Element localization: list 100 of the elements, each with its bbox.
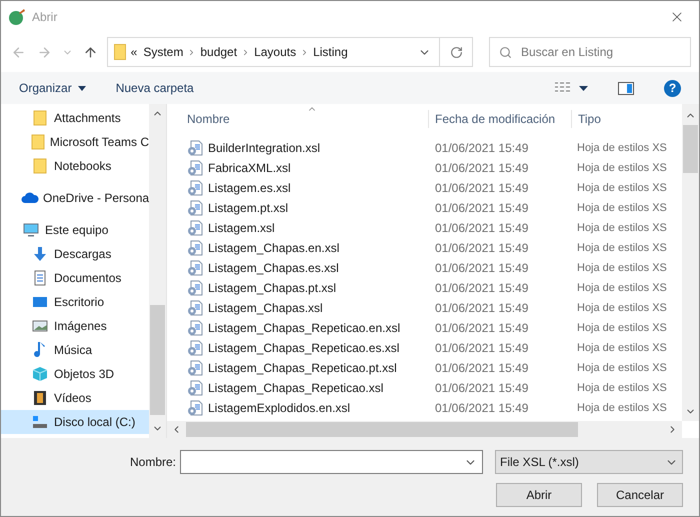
column-header[interactable]: Nombre [167, 110, 428, 128]
breadcrumb[interactable]: Listing [313, 43, 348, 61]
file-name[interactable]: Listagem_Chapas.es.xsl [208, 259, 339, 277]
stylesheet-file-icon [187, 140, 203, 156]
preview-pane-icon [618, 82, 634, 94]
sidebar-item[interactable]: Objetos 3D [1, 362, 149, 386]
stylesheet-file-icon [187, 340, 203, 356]
table-cell-text: Hoja de estilos XS [576, 260, 668, 276]
scrollbar[interactable] [167, 421, 682, 438]
preview-pane-button[interactable] [618, 82, 634, 94]
sidebar-item[interactable]: Documentos [1, 266, 149, 290]
sidebar-item[interactable]: Microsoft Teams C [1, 130, 149, 154]
sidebar-label: Attachments [54, 110, 121, 127]
table-cell-text: Hoja de estilos XS [576, 360, 668, 376]
sidebar-item[interactable]: Imágenes [1, 314, 149, 338]
file-name[interactable]: Listagem_Chapas_Repeticao.es.xsl [208, 339, 400, 357]
table-cell-text: 01/06/2021 15:49 [434, 340, 530, 357]
table-cell-text: Hoja de estilos XS [576, 220, 668, 236]
sidebar-item[interactable]: Vídeos [1, 386, 149, 410]
scroll-thumb[interactable] [683, 125, 698, 173]
sidebar-label: Música [54, 342, 92, 359]
file-name[interactable]: ListagemExplodidos.en.xsl [208, 399, 350, 417]
table-cell-text: Hoja de estilos XS [576, 240, 668, 256]
stylesheet-file-icon [187, 300, 203, 316]
breadcrumb[interactable]: budget [200, 43, 238, 61]
file-name[interactable]: Listagem_Chapas_Repeticao.xsl [208, 379, 384, 397]
file-name[interactable]: Listagem.pt.xsl [208, 199, 288, 217]
file-name[interactable]: Listagem_Chapas.xsl [208, 299, 323, 317]
table-cell-text: Hoja de estilos XS [576, 340, 668, 356]
caret-icon [579, 86, 588, 90]
file-name[interactable]: Listagem.es.xsl [208, 179, 291, 197]
stylesheet-file-icon [187, 200, 203, 216]
sidebar-item[interactable]: OneDrive - Persona [1, 186, 149, 210]
table-cell-text: Hoja de estilos XS [576, 300, 668, 316]
file-name[interactable]: FabricaXML.xsl [208, 159, 291, 177]
breadcrumb[interactable]: Layouts [254, 43, 296, 61]
details-view-icon [555, 82, 571, 94]
organize-menu[interactable]: Organizar [19, 79, 86, 97]
column-header[interactable]: Fecha de modificación [428, 110, 571, 128]
folder-icon [114, 44, 126, 60]
scroll-thumb[interactable] [186, 422, 578, 437]
sidebar-label: Este equipo [45, 222, 108, 239]
sidebar-label: Descargas [54, 246, 112, 263]
sidebar-item[interactable]: Disco local (C:) [1, 410, 149, 434]
new-folder-button[interactable]: Nueva carpeta [116, 79, 194, 97]
table-cell-text: 01/06/2021 15:49 [434, 260, 530, 277]
address-bar[interactable]: « System budget Layouts Listing [106, 37, 473, 67]
sidebar-item[interactable]: Escritorio [1, 290, 149, 314]
sidebar-item[interactable]: Este equipo [1, 218, 149, 242]
sidebar-label: Microsoft Teams C [50, 134, 149, 151]
cloud-icon [21, 192, 39, 204]
table-cell-text: 01/06/2021 15:49 [434, 140, 530, 157]
sidebar-label: Escritorio [54, 294, 104, 311]
sidebar-label: OneDrive - Persona [43, 190, 149, 207]
table-cell-text: Hoja de estilos XS [576, 400, 668, 416]
filename-field[interactable] [180, 450, 484, 474]
table-cell-text: 01/06/2021 15:49 [434, 280, 530, 297]
sidebar-item[interactable]: Descargas [1, 242, 149, 266]
file-name[interactable]: Listagem_Chapas.pt.xsl [208, 279, 336, 297]
down-arrow-icon [32, 246, 48, 262]
file-name[interactable]: BuilderIntegration.xsl [208, 139, 320, 157]
stylesheet-file-icon [187, 380, 203, 396]
sidebar-label: Vídeos [54, 390, 92, 407]
view-menu-button[interactable] [555, 82, 588, 94]
file-name[interactable]: Listagem.xsl [208, 219, 275, 237]
stylesheet-file-icon [187, 160, 203, 176]
sidebar-item[interactable]: Notebooks [1, 154, 149, 178]
drive-icon [32, 415, 48, 429]
scrollbar[interactable] [682, 104, 699, 421]
search-field[interactable]: Buscar en Listing [488, 37, 691, 67]
sidebar-label: Disco local (C:) [54, 414, 136, 431]
stylesheet-file-icon [187, 400, 203, 416]
folder-icon [30, 134, 45, 150]
table-cell-text: 01/06/2021 15:49 [434, 380, 530, 397]
sidebar-label: Notebooks [54, 158, 112, 175]
scrollbar[interactable] [149, 104, 166, 438]
table-cell-text: Hoja de estilos XS [576, 280, 668, 296]
refresh-icon [450, 46, 462, 58]
sidebar-item[interactable]: Attachments [1, 106, 149, 130]
file-type-dropdown[interactable]: File XSL (*.xsl) [495, 450, 683, 474]
open-button[interactable]: Abrir [496, 483, 582, 507]
search-icon [498, 46, 512, 59]
stylesheet-file-icon [187, 180, 203, 196]
table-cell-text: 01/06/2021 15:49 [434, 220, 530, 237]
help-button[interactable]: ? [664, 80, 681, 96]
file-name[interactable]: Listagem_Chapas_Repeticao.en.xsl [208, 319, 400, 337]
table-cell-text: 01/06/2021 15:49 [434, 400, 530, 417]
stylesheet-file-icon [187, 320, 203, 336]
table-cell-text: 01/06/2021 15:49 [434, 360, 530, 377]
scroll-thumb[interactable] [150, 305, 165, 415]
breadcrumb[interactable]: System [143, 43, 184, 61]
forward-arrow-icon [37, 44, 52, 60]
sidebar-label: Documentos [54, 270, 122, 287]
monitor-icon [23, 222, 39, 238]
cancel-button[interactable]: Cancelar [597, 483, 683, 507]
file-name[interactable]: Listagem_Chapas_Repeticao.pt.xsl [208, 359, 397, 377]
sidebar-item[interactable]: Música [1, 338, 149, 362]
sidebar-label: Imágenes [54, 318, 107, 335]
stylesheet-file-icon [187, 220, 203, 236]
file-name[interactable]: Listagem_Chapas.en.xsl [208, 239, 340, 257]
